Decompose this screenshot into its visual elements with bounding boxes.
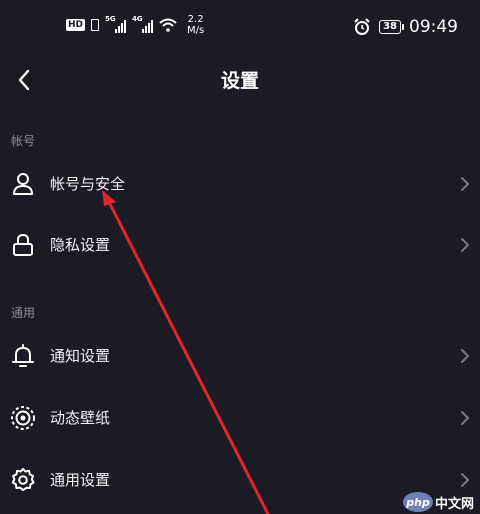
php-logo: php: [402, 492, 433, 512]
watermark: php 中文网: [402, 492, 474, 512]
annotation-arrow: [102, 190, 270, 514]
watermark-text: 中文网: [434, 496, 474, 512]
